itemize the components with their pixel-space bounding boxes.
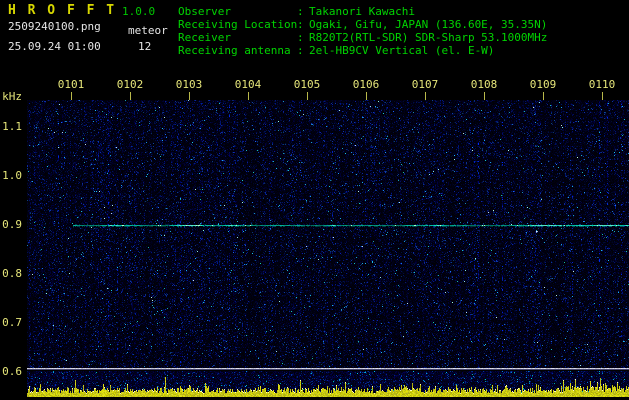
info-label: Observer [178, 5, 231, 18]
info-colon: : [297, 44, 304, 57]
x-axis-label: 0102 [116, 78, 144, 91]
info-label: Receiving Location [178, 18, 298, 31]
x-axis-label: 0106 [352, 78, 380, 91]
x-axis-tick [248, 92, 249, 100]
info-value: 2el-HB9CV Vertical (el. E-W) [309, 44, 495, 57]
x-axis-tick [543, 92, 544, 100]
info-colon: : [297, 18, 304, 31]
x-axis-tick [484, 92, 485, 100]
y-axis-label: 0.6 [2, 365, 22, 378]
echo-count: 12 [138, 40, 152, 53]
x-axis-tick [71, 92, 72, 100]
x-axis-label: 0110 [588, 78, 616, 91]
info-value: Ogaki, Gifu, JAPAN (136.60E, 35.35N) [309, 18, 548, 31]
x-axis-label: 0101 [57, 78, 85, 91]
x-axis-tick [307, 92, 308, 100]
y-axis-label: 0.7 [2, 316, 22, 329]
info-colon: : [297, 5, 304, 18]
y-axis-label: 1.1 [2, 120, 22, 133]
x-axis-tick [130, 92, 131, 100]
x-axis-tick [425, 92, 426, 100]
y-axis-label: 1.0 [2, 169, 22, 182]
x-axis-label: 0105 [293, 78, 321, 91]
x-axis-label: 0108 [470, 78, 498, 91]
y-axis-unit: kHz [2, 90, 22, 103]
mode-label: meteor [128, 24, 168, 37]
info-row-receiver: Receiver: R820T2(RTL-SDR) SDR-Sharp 53.10… [178, 31, 547, 44]
timestamp: 25.09.24 01:00 [8, 40, 101, 53]
x-axis-label: 0104 [234, 78, 262, 91]
y-axis-label: 0.9 [2, 218, 22, 231]
y-axis-label: 0.8 [2, 267, 22, 280]
info-row-observer: Observer: Takanori Kawachi [178, 5, 547, 18]
x-axis-label: 0107 [411, 78, 439, 91]
info-label: Receiver [178, 31, 231, 44]
output-filename: 2509240100.png [8, 20, 101, 33]
info-colon: : [297, 31, 304, 44]
x-axis-label: 0109 [529, 78, 557, 91]
x-axis-tick [602, 92, 603, 100]
info-value: R820T2(RTL-SDR) SDR-Sharp 53.1000MHz [309, 31, 548, 44]
app-title: H R O F F T [8, 3, 117, 18]
app-version: 1.0.0 [122, 5, 156, 18]
x-axis-tick [366, 92, 367, 100]
info-row-location: Receiving Location: Ogaki, Gifu, JAPAN (1… [178, 18, 547, 31]
info-value: Takanori Kawachi [309, 5, 415, 18]
x-axis-label: 0103 [175, 78, 203, 91]
spectrogram-canvas [27, 100, 629, 400]
x-axis-tick [189, 92, 190, 100]
hrofft-window: H R O F F T 1.0.0 2509240100.png meteor … [0, 0, 629, 400]
station-info: Observer: Takanori Kawachi Receiving Loca… [178, 5, 547, 57]
info-label: Receiving antenna [178, 44, 291, 57]
info-row-antenna: Receiving antenna:2el-HB9CV Vertical (el… [178, 44, 547, 57]
